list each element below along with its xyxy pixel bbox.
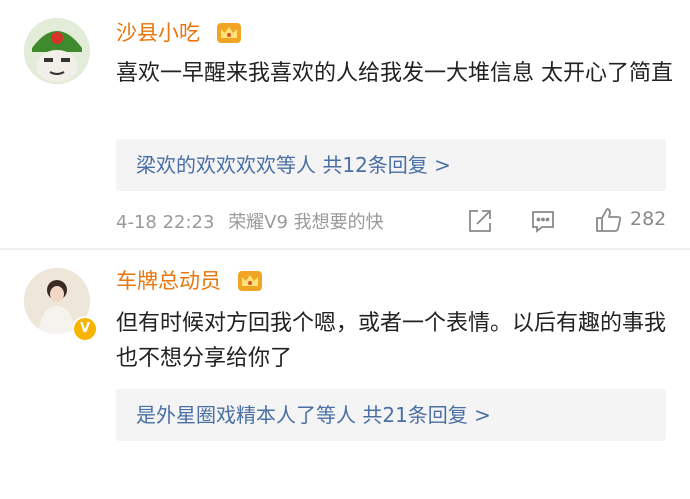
crown-icon bbox=[216, 22, 242, 44]
username[interactable]: 车牌总动员 bbox=[116, 268, 221, 294]
user-avatar[interactable] bbox=[24, 18, 90, 84]
comment-item: 沙县小吃 喜欢一早醒来我喜欢的人给我发一大堆信息 太开心了简直 梁欢的欢欢欢欢等… bbox=[0, 0, 690, 250]
like-count: 282 bbox=[630, 208, 667, 230]
replies-summary-link[interactable]: 梁欢的欢欢欢欢等人 共12条回复 > bbox=[116, 139, 666, 191]
crown-icon bbox=[237, 270, 263, 292]
thumbs-up-icon[interactable] bbox=[595, 206, 623, 234]
comment-text: 喜欢一早醒来我喜欢的人给我发一大堆信息 太开心了简直 bbox=[116, 61, 673, 86]
device-label: 荣耀V9 我想要的快 bbox=[228, 212, 384, 233]
comment-date: 4-18 22:23 bbox=[116, 212, 215, 233]
verified-badge: V bbox=[72, 316, 98, 342]
username[interactable]: 沙县小吃 bbox=[116, 20, 200, 46]
share-icon[interactable] bbox=[467, 208, 493, 234]
comment-icon[interactable] bbox=[530, 208, 556, 234]
replies-summary-link[interactable]: 是外星圈戏精本人了等人 共21条回复 > bbox=[116, 389, 666, 441]
comment-text: 但有时候对方回我个嗯，或者一个表情。以后有趣的事我也不想分享给你了 bbox=[116, 311, 667, 371]
comment-meta: 4-18 22:23 荣耀V9 我想要的快 bbox=[116, 208, 392, 234]
comment-item: V 车牌总动员 但有时候对方回我个嗯，或者一个表情。以后有趣的事我也不想分享给你… bbox=[0, 250, 690, 499]
